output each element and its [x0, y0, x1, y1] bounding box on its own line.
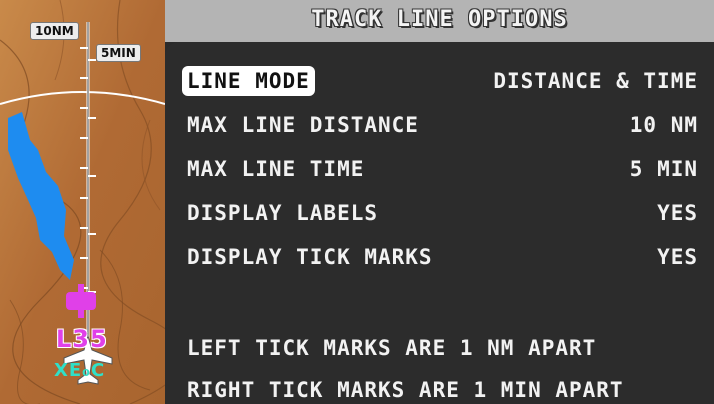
airport-label: XE₀C	[54, 360, 106, 381]
page-title: TRACK LINE OPTIONS	[311, 7, 568, 32]
track-line-options-panel: LINE MODE DISTANCE & TIME MAX LINE DISTA…	[165, 42, 714, 404]
waypoint-label: L35	[56, 325, 108, 353]
option-line-mode[interactable]: LINE MODE DISTANCE & TIME	[165, 66, 714, 100]
option-label: MAX LINE TIME	[187, 157, 365, 181]
mfd-screen: 10NM 5MIN L35 XE₀C TRACK LINE OPTIONS LI…	[0, 0, 714, 404]
track-time-label: 5MIN	[96, 44, 141, 62]
option-display-labels[interactable]: DISPLAY LABELS YES	[165, 198, 714, 232]
option-value: 10 NM	[629, 113, 698, 137]
tick-mark-note-right: RIGHT TICK MARKS ARE 1 MIN APART	[187, 378, 624, 402]
tick-mark-note-left: LEFT TICK MARKS ARE 1 NM APART	[187, 336, 597, 360]
option-max-line-time[interactable]: MAX LINE TIME 5 MIN	[165, 154, 714, 188]
option-label: DISPLAY LABELS	[187, 201, 379, 225]
option-value: 5 MIN	[629, 157, 698, 181]
option-max-line-distance[interactable]: MAX LINE DISTANCE 10 NM	[165, 110, 714, 144]
option-value: YES	[657, 201, 698, 225]
option-display-tick-marks[interactable]: DISPLAY TICK MARKS YES	[165, 242, 714, 276]
moving-map[interactable]: 10NM 5MIN L35 XE₀C	[0, 0, 165, 404]
option-label: LINE MODE	[182, 66, 315, 96]
option-value: YES	[657, 245, 698, 269]
option-value: DISTANCE & TIME	[493, 69, 698, 93]
option-label: MAX LINE DISTANCE	[187, 113, 419, 137]
option-label: DISPLAY TICK MARKS	[187, 245, 433, 269]
options-title-bar: TRACK LINE OPTIONS	[165, 0, 714, 42]
range-ring-label: 10NM	[30, 22, 79, 40]
